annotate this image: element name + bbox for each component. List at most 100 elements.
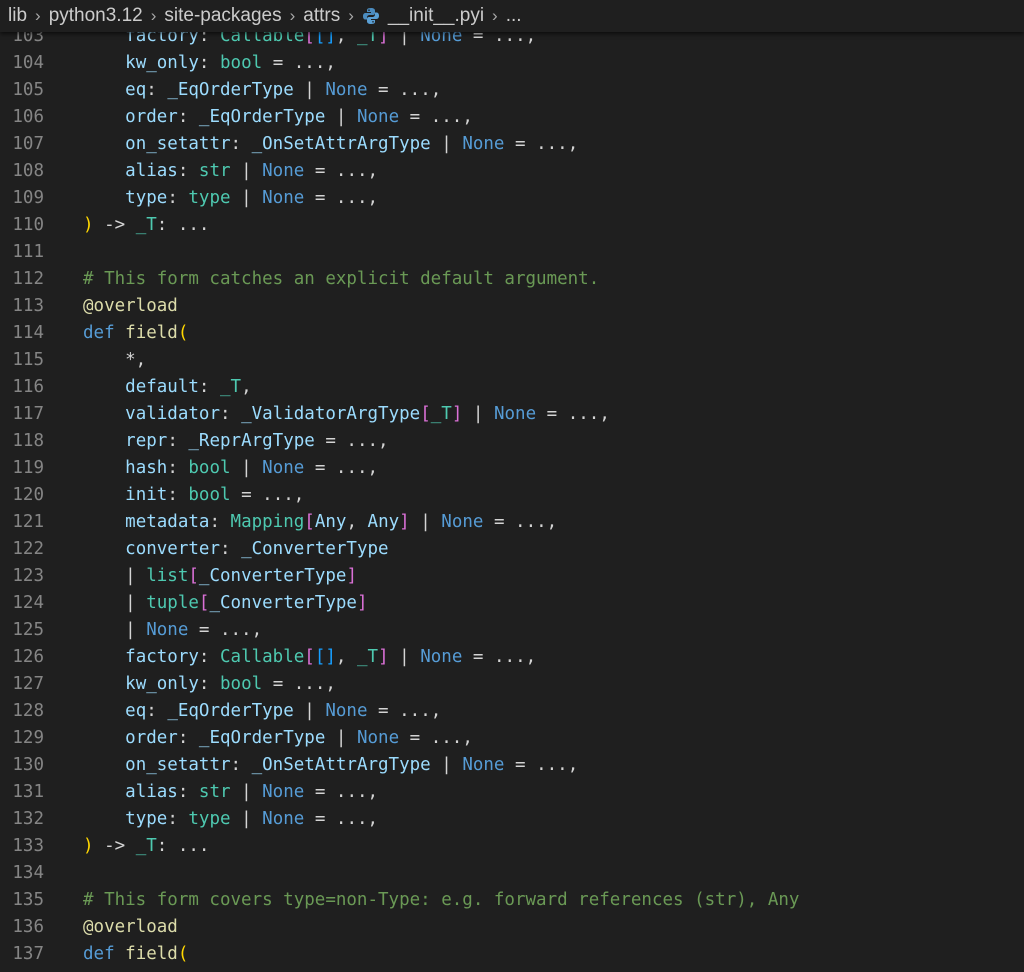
code-token: = ..., (399, 728, 473, 748)
breadcrumb-item-attrs[interactable]: attrs (303, 5, 340, 27)
code-token: Any (314, 512, 347, 532)
line-number: 133 (12, 836, 44, 856)
code-token: = ..., (262, 53, 336, 73)
code-token: str (198, 782, 231, 802)
code-token: # This form covers type=non-Type: e.g. f… (83, 890, 800, 910)
code-token: : (209, 512, 231, 532)
code-token: : ... (156, 215, 210, 235)
line-number: 112 (12, 269, 44, 289)
code-line[interactable]: 122 converter: _ConverterType (0, 536, 1024, 563)
breadcrumb-item-site-packages[interactable]: site-packages (164, 5, 281, 27)
code-line[interactable]: 116 default: _T, (0, 374, 1024, 401)
code-line[interactable]: 107 on_setattr: _OnSetAttrArgType | None… (0, 131, 1024, 158)
code-line[interactable]: 114 def field( (0, 320, 1024, 347)
code-line[interactable]: 121 metadata: Mapping[Any, Any] | None =… (0, 509, 1024, 536)
code-line[interactable]: 112 # This form catches an explicit defau… (0, 266, 1024, 293)
code-token: hash (125, 458, 168, 478)
code-line[interactable]: 110) -> _T: ... (0, 212, 1024, 239)
code-line[interactable]: 111 (0, 239, 1024, 266)
code-token: [ (188, 566, 199, 586)
code-line[interactable]: 120 init: bool = ..., (0, 482, 1024, 509)
code-line[interactable]: 125 | None = ..., (0, 617, 1024, 644)
code-line[interactable]: 130 on_setattr: _OnSetAttrArgType | None… (0, 752, 1024, 779)
code-token: | (230, 809, 263, 829)
code-line[interactable]: 126 factory: Callable[[], _T] | None = .… (0, 644, 1024, 671)
line-number: 132 (12, 809, 44, 829)
code-token: _EqOrderType (198, 728, 326, 748)
code-line[interactable]: 105 eq: _EqOrderType | None = ..., (0, 77, 1024, 104)
code-text: on_setattr: _OnSetAttrArgType | None = .… (44, 752, 578, 779)
code-line[interactable]: 115 *, (0, 347, 1024, 374)
code-token: _T (220, 377, 242, 397)
code-text: | list[_ConverterType] (44, 563, 357, 590)
code-text: kw_only: bool = ..., (44, 50, 336, 77)
line-number: 113 (12, 296, 44, 316)
code-text: kw_only: bool = ..., (44, 671, 336, 698)
code-token: None (325, 80, 368, 100)
code-line[interactable]: 123 | list[_ConverterType] (0, 563, 1024, 590)
code-token: : (177, 728, 199, 748)
line-number: 118 (12, 431, 44, 451)
code-line[interactable]: 134 (0, 860, 1024, 887)
line-number: 136 (12, 917, 44, 937)
line-number: 119 (12, 458, 44, 478)
breadcrumb-item-lib[interactable]: lib (8, 5, 27, 27)
code-token: Any (367, 512, 400, 532)
code-token: ) (83, 836, 94, 856)
code-token: init (125, 485, 168, 505)
breadcrumb-item-file[interactable]: __init__.pyi (388, 5, 484, 27)
code-token: = ..., (367, 701, 442, 721)
code-text: validator: _ValidatorArgType[_T] | None … (44, 401, 610, 428)
code-line[interactable]: 133) -> _T: ... (0, 833, 1024, 860)
code-line[interactable]: 131 alias: str | None = ..., (0, 779, 1024, 806)
code-line[interactable]: 106 order: _EqOrderType | None = ..., (0, 104, 1024, 131)
code-editor[interactable]: 103 factory: Callable[[], _T] | None = .… (0, 23, 1024, 972)
code-token: : (230, 134, 252, 154)
code-line[interactable]: 137 def field( (0, 941, 1024, 968)
code-token: | (325, 728, 357, 748)
code-token: on_setattr (125, 755, 231, 775)
code-token: repr (125, 431, 168, 451)
code-line[interactable]: 109 type: type | None = ..., (0, 185, 1024, 212)
code-text: factory: Callable[[], _T] | None = ..., (44, 644, 536, 671)
code-token: _ConverterType (198, 566, 347, 586)
code-line[interactable]: 129 order: _EqOrderType | None = ..., (0, 725, 1024, 752)
code-line[interactable]: 108 alias: str | None = ..., (0, 158, 1024, 185)
code-token: | (83, 620, 147, 640)
code-line[interactable]: 127 kw_only: bool = ..., (0, 671, 1024, 698)
code-line[interactable]: 128 eq: _EqOrderType | None = ..., (0, 698, 1024, 725)
code-token: tuple (146, 593, 199, 613)
line-number: 125 (12, 620, 44, 640)
line-number: 110 (12, 215, 44, 235)
code-token: None (441, 512, 484, 532)
code-line[interactable]: 119 hash: bool | None = ..., (0, 455, 1024, 482)
line-number: 109 (12, 188, 44, 208)
code-line[interactable]: 113 @overload (0, 293, 1024, 320)
code-line[interactable]: 104 kw_only: bool = ..., (0, 50, 1024, 77)
breadcrumb-item-symbol[interactable]: ... (506, 5, 522, 27)
code-line[interactable]: 124 | tuple[_ConverterType] (0, 590, 1024, 617)
code-line[interactable]: 135 # This form covers type=non-Type: e.g… (0, 887, 1024, 914)
code-token: | (325, 107, 357, 127)
code-line[interactable]: 132 type: type | None = ..., (0, 806, 1024, 833)
code-token: ] (399, 512, 410, 532)
code-token: | (388, 647, 421, 667)
breadcrumb-item-python[interactable]: python3.12 (49, 5, 143, 27)
code-token: _T (357, 647, 379, 667)
code-token: = ..., (367, 80, 442, 100)
code-token: _OnSetAttrArgType (251, 755, 431, 775)
code-line[interactable]: 118 repr: _ReprArgType = ..., (0, 428, 1024, 455)
code-token: | (462, 404, 494, 424)
code-token: None (262, 782, 305, 802)
code-token: | (430, 755, 463, 775)
code-token: | (230, 188, 263, 208)
code-token: # This form catches an explicit default … (83, 269, 600, 289)
code-line[interactable]: 136 @overload (0, 914, 1024, 941)
code-line[interactable]: 117 validator: _ValidatorArgType[_T] | N… (0, 401, 1024, 428)
code-token: : (219, 404, 242, 424)
line-number: 117 (12, 404, 44, 424)
